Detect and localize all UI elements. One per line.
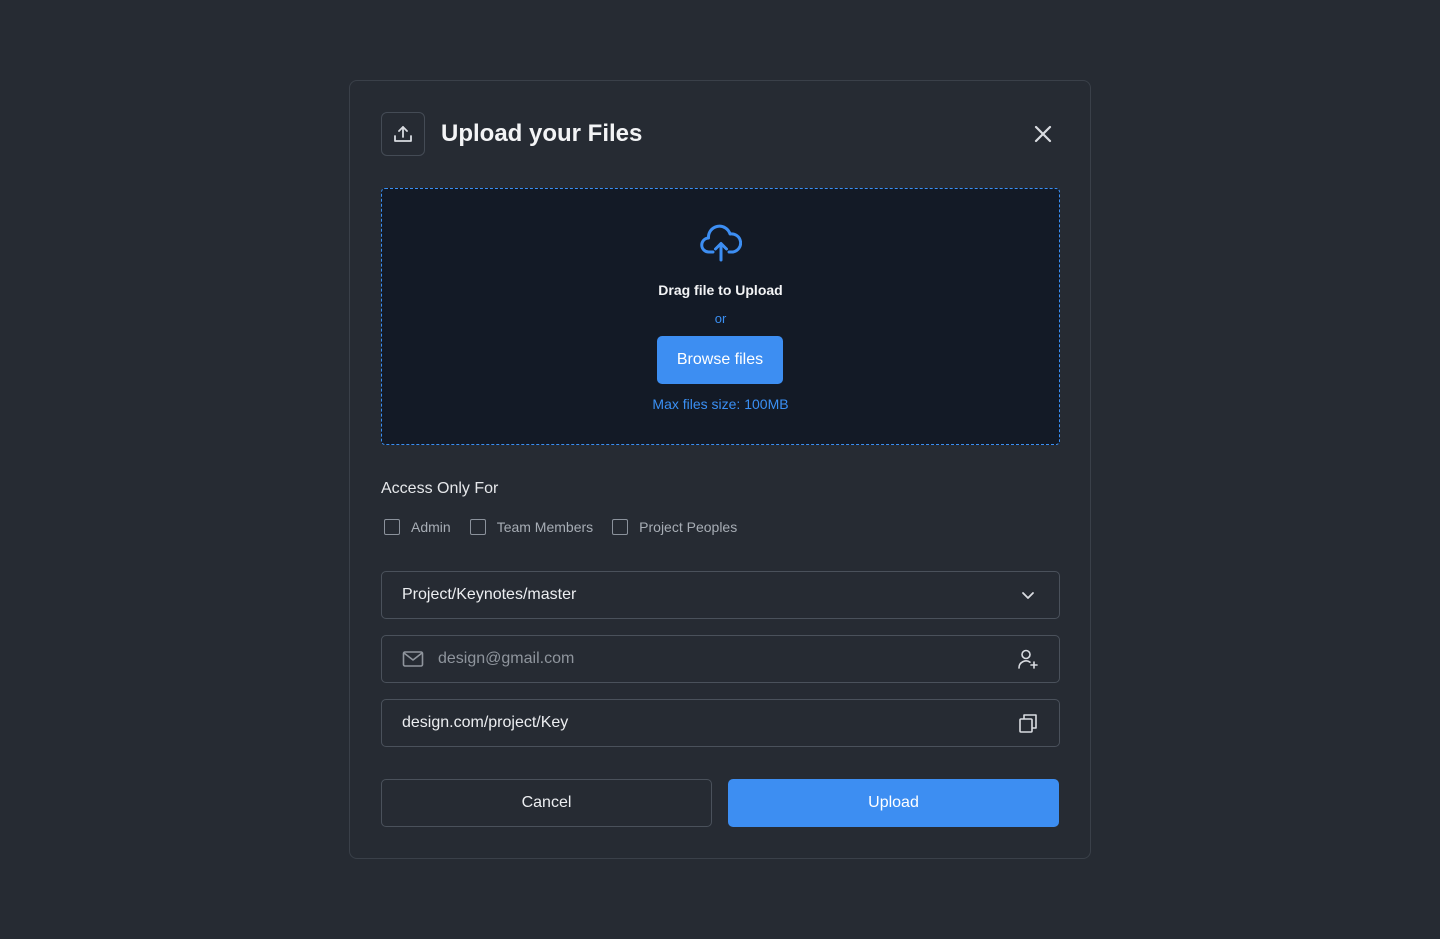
access-option-project-peoples[interactable]: Project Peoples [612,519,737,535]
checkbox[interactable] [612,519,629,535]
checkbox[interactable] [384,519,400,535]
checkbox-label: Admin [411,519,451,535]
drag-instructions: Drag file to Upload [658,282,783,298]
access-options: Admin Team Members Project Peoples [384,519,756,535]
upload-dialog: Upload your Files Drag file to Upload or… [349,80,1091,859]
browse-files-button[interactable]: Browse files [657,336,783,384]
max-size-note: Max files size: 100MB [652,396,789,412]
access-label: Access Only For [381,480,499,497]
checkbox[interactable] [469,519,486,535]
share-link-field[interactable]: design.com/project/Key [381,699,1060,747]
email-input[interactable] [438,636,1016,682]
file-dropzone[interactable]: Drag file to Upload or Browse files Max … [381,188,1060,445]
or-separator: or [714,311,727,326]
email-field[interactable] [381,635,1060,683]
add-user-icon[interactable] [1016,647,1040,671]
checkbox-label: Team Members [496,519,594,535]
upload-button[interactable]: Upload [728,779,1059,827]
upload-icon [381,112,425,156]
close-icon[interactable] [1032,123,1054,145]
cloud-upload-icon [700,223,743,263]
access-option-team-members[interactable]: Team Members [469,519,594,535]
share-link-value: design.com/project/Key [402,714,569,731]
dialog-title: Upload your Files [441,120,643,147]
copy-icon[interactable] [1016,711,1040,735]
chevron-down-icon[interactable] [1016,583,1040,607]
mail-icon [402,650,424,668]
checkbox-label: Project Peoples [639,519,738,535]
access-option-admin[interactable]: Admin [384,519,451,535]
folder-select-value: Project/Keynotes/master [402,586,577,603]
folder-select[interactable]: Project/Keynotes/master [381,571,1060,619]
cancel-button[interactable]: Cancel [381,779,712,827]
